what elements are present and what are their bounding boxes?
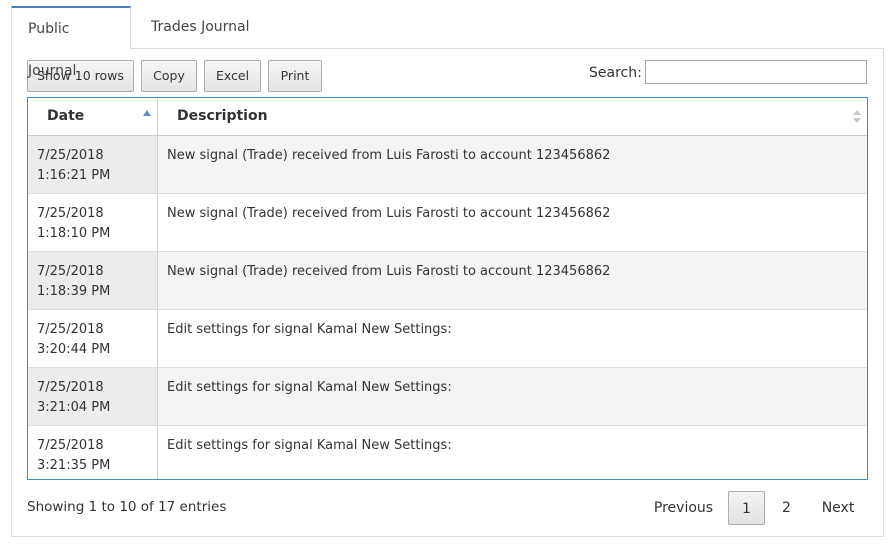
description-cell: Edit settings for signal Kamal New Setti… [167, 322, 452, 337]
column-header-date-label: Date [47, 108, 85, 124]
search-label: Search: [589, 65, 642, 81]
table-row: 7/25/2018 3:21:04 PM Edit settings for si… [28, 368, 867, 426]
description-cell: Edit settings for signal Kamal New Setti… [167, 438, 452, 453]
sort-both-icon [853, 110, 861, 124]
sort-ascending-icon [143, 110, 151, 116]
table-body: 7/25/2018 1:16:21 PM New signal (Trade) r… [28, 136, 867, 479]
column-header-date[interactable]: Date [28, 98, 158, 135]
date-value: 7/25/2018 [37, 206, 104, 221]
pagination-next[interactable]: Next [808, 491, 868, 525]
date-cell: 7/25/2018 3:21:04 PM [28, 368, 158, 425]
table-row: 7/25/2018 1:16:21 PM New signal (Trade) r… [28, 136, 867, 194]
date-cell: 7/25/2018 1:18:39 PM [28, 252, 158, 309]
pagination-page-2[interactable]: 2 [768, 491, 805, 525]
table-row: 7/25/2018 1:18:10 PM New signal (Trade) r… [28, 194, 867, 252]
copy-button[interactable]: Copy [141, 60, 197, 92]
entries-info: Showing 1 to 10 of 17 entries [27, 499, 227, 515]
date-value: 7/25/2018 [37, 380, 104, 395]
pagination-page-1[interactable]: 1 [728, 491, 765, 525]
pagination-previous[interactable]: Previous [640, 491, 727, 525]
excel-button[interactable]: Excel [204, 60, 261, 92]
print-button[interactable]: Print [268, 60, 322, 92]
search-input[interactable] [645, 60, 867, 84]
column-header-description[interactable]: Description [158, 98, 867, 135]
journal-table: Date Description 7/25/2018 1:16:21 PM New… [27, 97, 868, 480]
date-cell: 7/25/2018 1:16:21 PM [28, 136, 158, 193]
description-cell: New signal (Trade) received from Luis Fa… [167, 264, 611, 279]
date-value: 7/25/2018 [37, 148, 104, 163]
date-cell: 7/25/2018 3:20:44 PM [28, 310, 158, 367]
journal-tabs: Public Journal Trades Journal [11, 6, 884, 79]
time-value: 3:20:44 PM [37, 342, 111, 357]
date-cell: 7/25/2018 3:21:35 PM [28, 426, 158, 479]
description-cell: New signal (Trade) received from Luis Fa… [167, 206, 611, 221]
time-value: 3:21:04 PM [37, 400, 111, 415]
tab-public-journal[interactable]: Public Journal [11, 6, 131, 79]
table-row: 7/25/2018 3:20:44 PM Edit settings for si… [28, 310, 867, 368]
table-row: 7/25/2018 3:21:35 PM Edit settings for si… [28, 426, 867, 479]
date-value: 7/25/2018 [37, 264, 104, 279]
date-value: 7/25/2018 [37, 438, 104, 453]
date-value: 7/25/2018 [37, 322, 104, 337]
time-value: 1:16:21 PM [37, 168, 111, 183]
column-header-description-label: Description [177, 108, 268, 124]
table-row: 7/25/2018 1:18:39 PM New signal (Trade) r… [28, 252, 867, 310]
date-cell: 7/25/2018 1:18:10 PM [28, 194, 158, 251]
time-value: 1:18:10 PM [37, 226, 111, 241]
table-header: Date Description [28, 98, 867, 136]
journal-panel: Show 10 rows Copy Excel Print Search: Da… [11, 48, 884, 537]
time-value: 1:18:39 PM [37, 284, 111, 299]
time-value: 3:21:35 PM [37, 458, 111, 473]
tab-trades-journal[interactable]: Trades Journal [135, 6, 266, 48]
description-cell: New signal (Trade) received from Luis Fa… [167, 148, 611, 163]
description-cell: Edit settings for signal Kamal New Setti… [167, 380, 452, 395]
